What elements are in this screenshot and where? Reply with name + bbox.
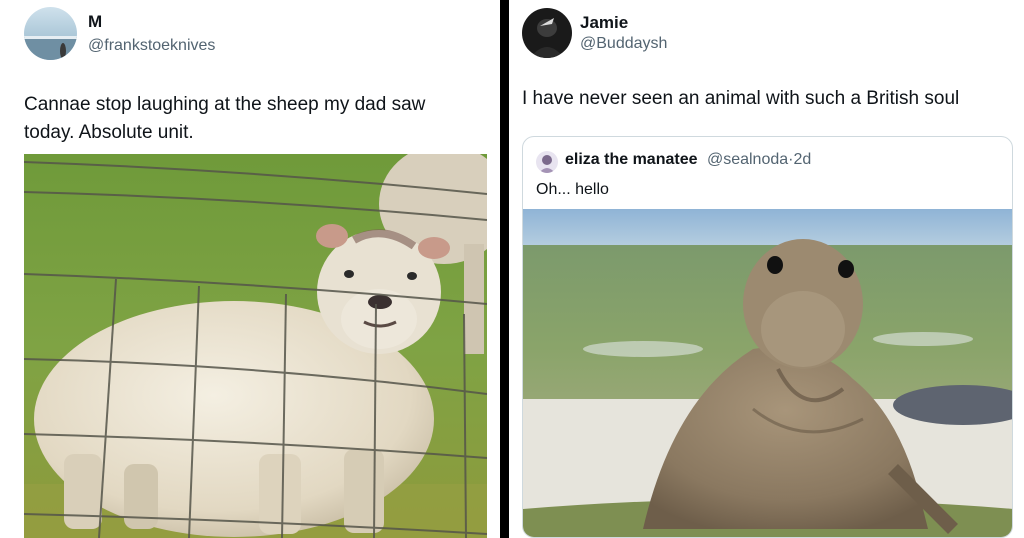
panel-divider <box>500 0 509 538</box>
display-name[interactable]: Jamie <box>580 13 628 33</box>
profile-avatar-icon[interactable] <box>522 8 572 58</box>
quoted-tweet-card[interactable]: eliza the manatee @sealnoda·2d Oh... hel… <box>522 136 1013 538</box>
quoted-header: eliza the manatee @sealnoda·2d <box>565 151 811 169</box>
quoted-display-name[interactable]: eliza the manatee <box>565 151 698 168</box>
left-tweet: M @frankstoeknives Cannae stop laughing … <box>0 0 500 538</box>
display-name[interactable]: M <box>88 12 102 32</box>
user-handle[interactable]: @Buddaysh <box>580 35 667 53</box>
profile-avatar-icon[interactable] <box>24 7 77 60</box>
tweet-text-line: today. Absolute unit. <box>24 122 194 143</box>
quoted-avatar-icon[interactable] <box>536 151 558 173</box>
user-handle[interactable]: @frankstoeknives <box>88 37 215 55</box>
sheep-photo-icon <box>24 154 487 538</box>
elephant-seal-photo-icon <box>523 209 1012 537</box>
quoted-photo[interactable] <box>523 209 1012 537</box>
quoted-timestamp[interactable]: 2d <box>793 151 811 168</box>
right-tweet: Jamie @Buddaysh I have never seen an ani… <box>509 0 1024 538</box>
tweet-text: I have never seen an animal with such a … <box>522 88 960 109</box>
tweet-photo[interactable] <box>24 154 487 538</box>
tweet-text-line: Cannae stop laughing at the sheep my dad… <box>24 94 426 115</box>
quoted-handle[interactable]: @sealnoda <box>707 151 788 168</box>
tweet-text: Cannae stop laughing at the sheep my dad… <box>24 91 494 147</box>
quoted-tweet-text: Oh... hello <box>536 181 609 198</box>
